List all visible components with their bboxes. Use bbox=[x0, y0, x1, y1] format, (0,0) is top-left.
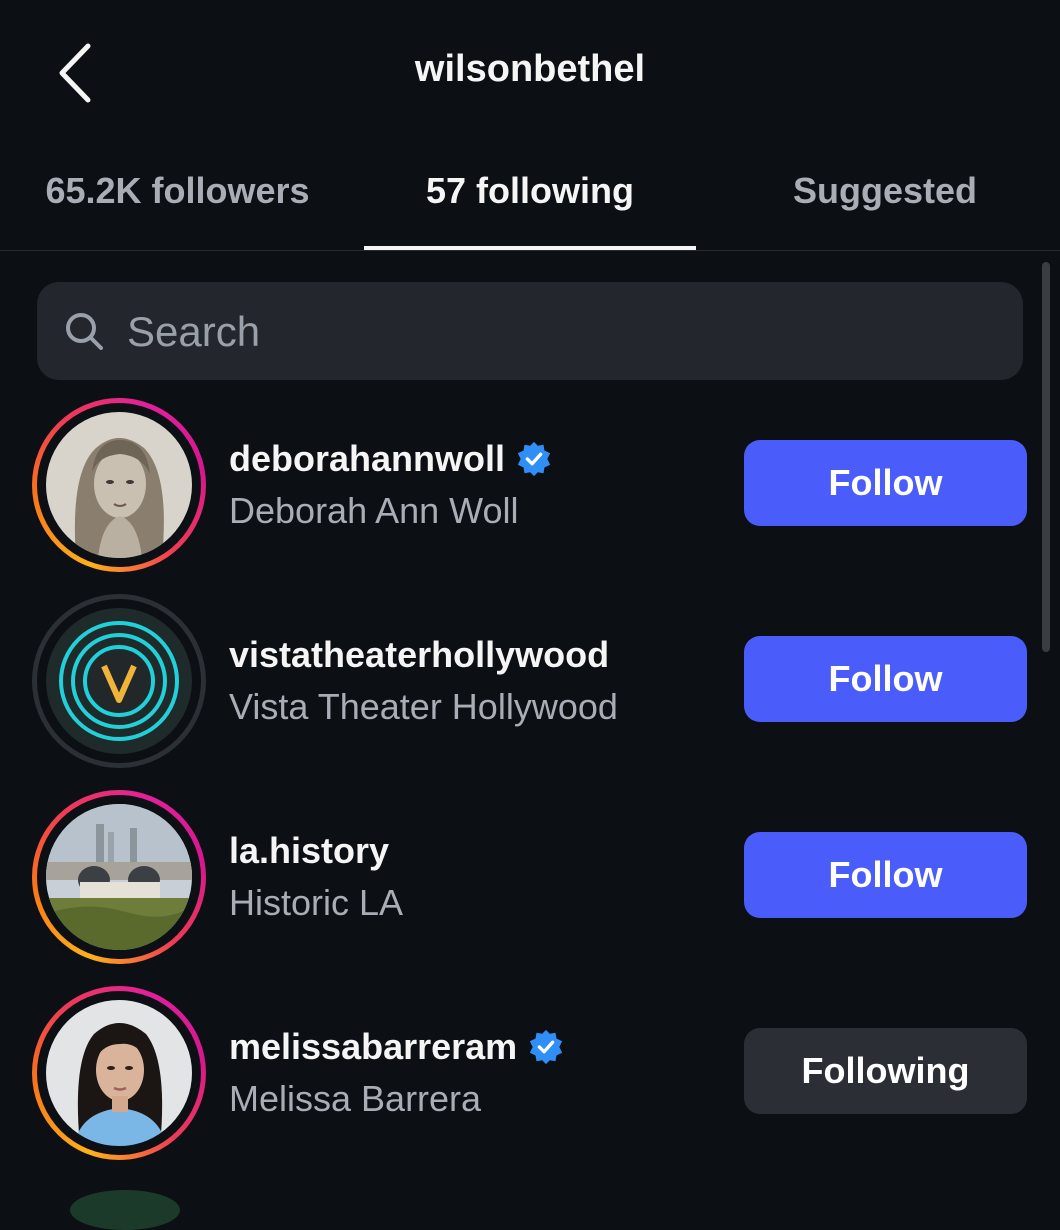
follow-button[interactable]: Follow bbox=[744, 832, 1027, 918]
avatar bbox=[46, 412, 192, 558]
full-name: Historic LA bbox=[229, 882, 404, 923]
full-name: Vista Theater Hollywood bbox=[229, 686, 618, 727]
next-avatar-peek bbox=[70, 1190, 180, 1230]
list-item[interactable]: vistatheaterhollywood Vista Theater Holl… bbox=[0, 594, 1060, 790]
tab-followers[interactable]: 65.2K followers bbox=[0, 170, 355, 250]
full-name: Deborah Ann Woll bbox=[229, 490, 519, 531]
story-ring[interactable] bbox=[32, 790, 206, 964]
search-bar[interactable] bbox=[37, 282, 1023, 382]
story-ring[interactable] bbox=[32, 986, 206, 1160]
tab-following[interactable]: 57 following bbox=[364, 170, 696, 250]
avatar bbox=[46, 804, 192, 950]
active-tab-indicator bbox=[364, 246, 696, 250]
top-bar: wilsonbethel bbox=[0, 0, 1060, 150]
verified-badge-icon bbox=[517, 441, 551, 477]
follow-button[interactable]: Follow bbox=[744, 636, 1027, 722]
search-icon bbox=[66, 313, 103, 350]
username[interactable]: melissabarreram bbox=[229, 1026, 517, 1068]
tab-bar: 65.2K followers 57 following Suggested bbox=[0, 150, 1060, 251]
story-ring[interactable] bbox=[32, 398, 206, 572]
list-item[interactable]: la.history Historic LA Follow bbox=[0, 790, 1060, 986]
search-input[interactable] bbox=[125, 282, 1009, 382]
page-title: wilsonbethel bbox=[414, 48, 646, 90]
username[interactable]: la.history bbox=[229, 830, 389, 872]
list-item[interactable]: deborahannwoll Deborah Ann Woll Follow bbox=[0, 398, 1060, 594]
avatar-frame[interactable] bbox=[32, 594, 206, 768]
tab-suggested[interactable]: Suggested bbox=[720, 170, 1050, 250]
following-button[interactable]: Following bbox=[744, 1028, 1027, 1114]
avatar bbox=[46, 1000, 192, 1146]
username[interactable]: vistatheaterhollywood bbox=[229, 634, 609, 676]
avatar bbox=[46, 608, 192, 754]
full-name: Melissa Barrera bbox=[229, 1078, 482, 1119]
follow-button[interactable]: Follow bbox=[744, 440, 1027, 526]
verified-badge-icon bbox=[530, 1029, 563, 1065]
username[interactable]: deborahannwoll bbox=[229, 438, 505, 480]
list-item[interactable]: melissabarreram Melissa Barrera Followin… bbox=[0, 986, 1060, 1182]
